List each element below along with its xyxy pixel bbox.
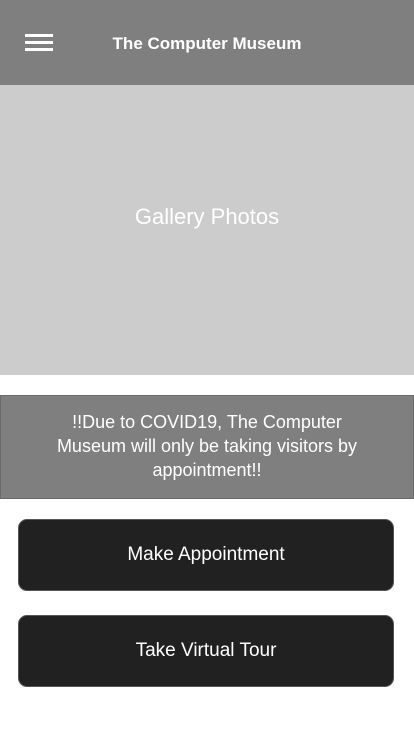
virtual-tour-button[interactable]: Take Virtual Tour	[18, 615, 394, 687]
app-screen: The Computer Museum Gallery Photos !!Due…	[0, 0, 414, 736]
make-appointment-button[interactable]: Make Appointment	[18, 519, 394, 591]
hamburger-menu-icon	[25, 34, 53, 51]
menu-button[interactable]	[22, 29, 56, 57]
gallery-photos[interactable]: Gallery Photos	[0, 85, 414, 375]
make-appointment-label: Make Appointment	[127, 544, 285, 565]
covid-notice-banner: !!Due to COVID19, The Computer Museum wi…	[0, 395, 414, 499]
gallery-label: Gallery Photos	[134, 204, 280, 229]
covid-notice-text: !!Due to COVID19, The Computer Museum wi…	[56, 411, 358, 480]
page-title: The Computer Museum	[112, 34, 302, 53]
top-app-bar: The Computer Museum	[0, 0, 414, 85]
virtual-tour-label: Take Virtual Tour	[135, 640, 277, 661]
